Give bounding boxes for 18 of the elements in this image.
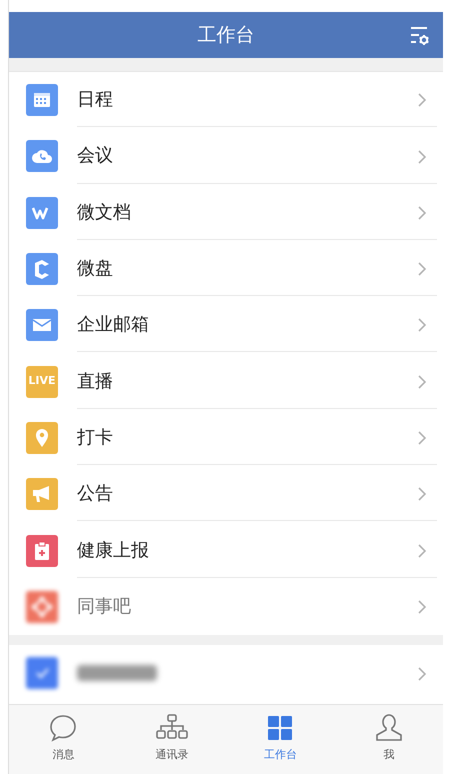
person-icon [374, 713, 404, 743]
item-label: 公告 [77, 482, 113, 506]
item-label: 日程 [77, 88, 113, 112]
screen-title: 工作台 [198, 22, 254, 48]
tab[interactable]: 工作台 [226, 705, 334, 774]
item-label: 企业邮箱 [77, 313, 149, 338]
tab[interactable]: 我 [334, 705, 443, 774]
item-label: 健康上报 [77, 538, 149, 563]
item-label: 会议 [77, 144, 113, 168]
chat-bubble-icon [48, 713, 78, 743]
item-label: 打卡 [77, 426, 113, 450]
item-label: 微文档 [77, 200, 131, 225]
item-label: 直播 [77, 370, 113, 394]
tab[interactable]: 消息 [9, 705, 118, 774]
tab[interactable]: 通讯录 [118, 705, 226, 774]
item-label: 微盘 [77, 257, 113, 282]
item-label: 同事吧 [77, 595, 131, 620]
live-icon: LIVE [26, 366, 58, 398]
